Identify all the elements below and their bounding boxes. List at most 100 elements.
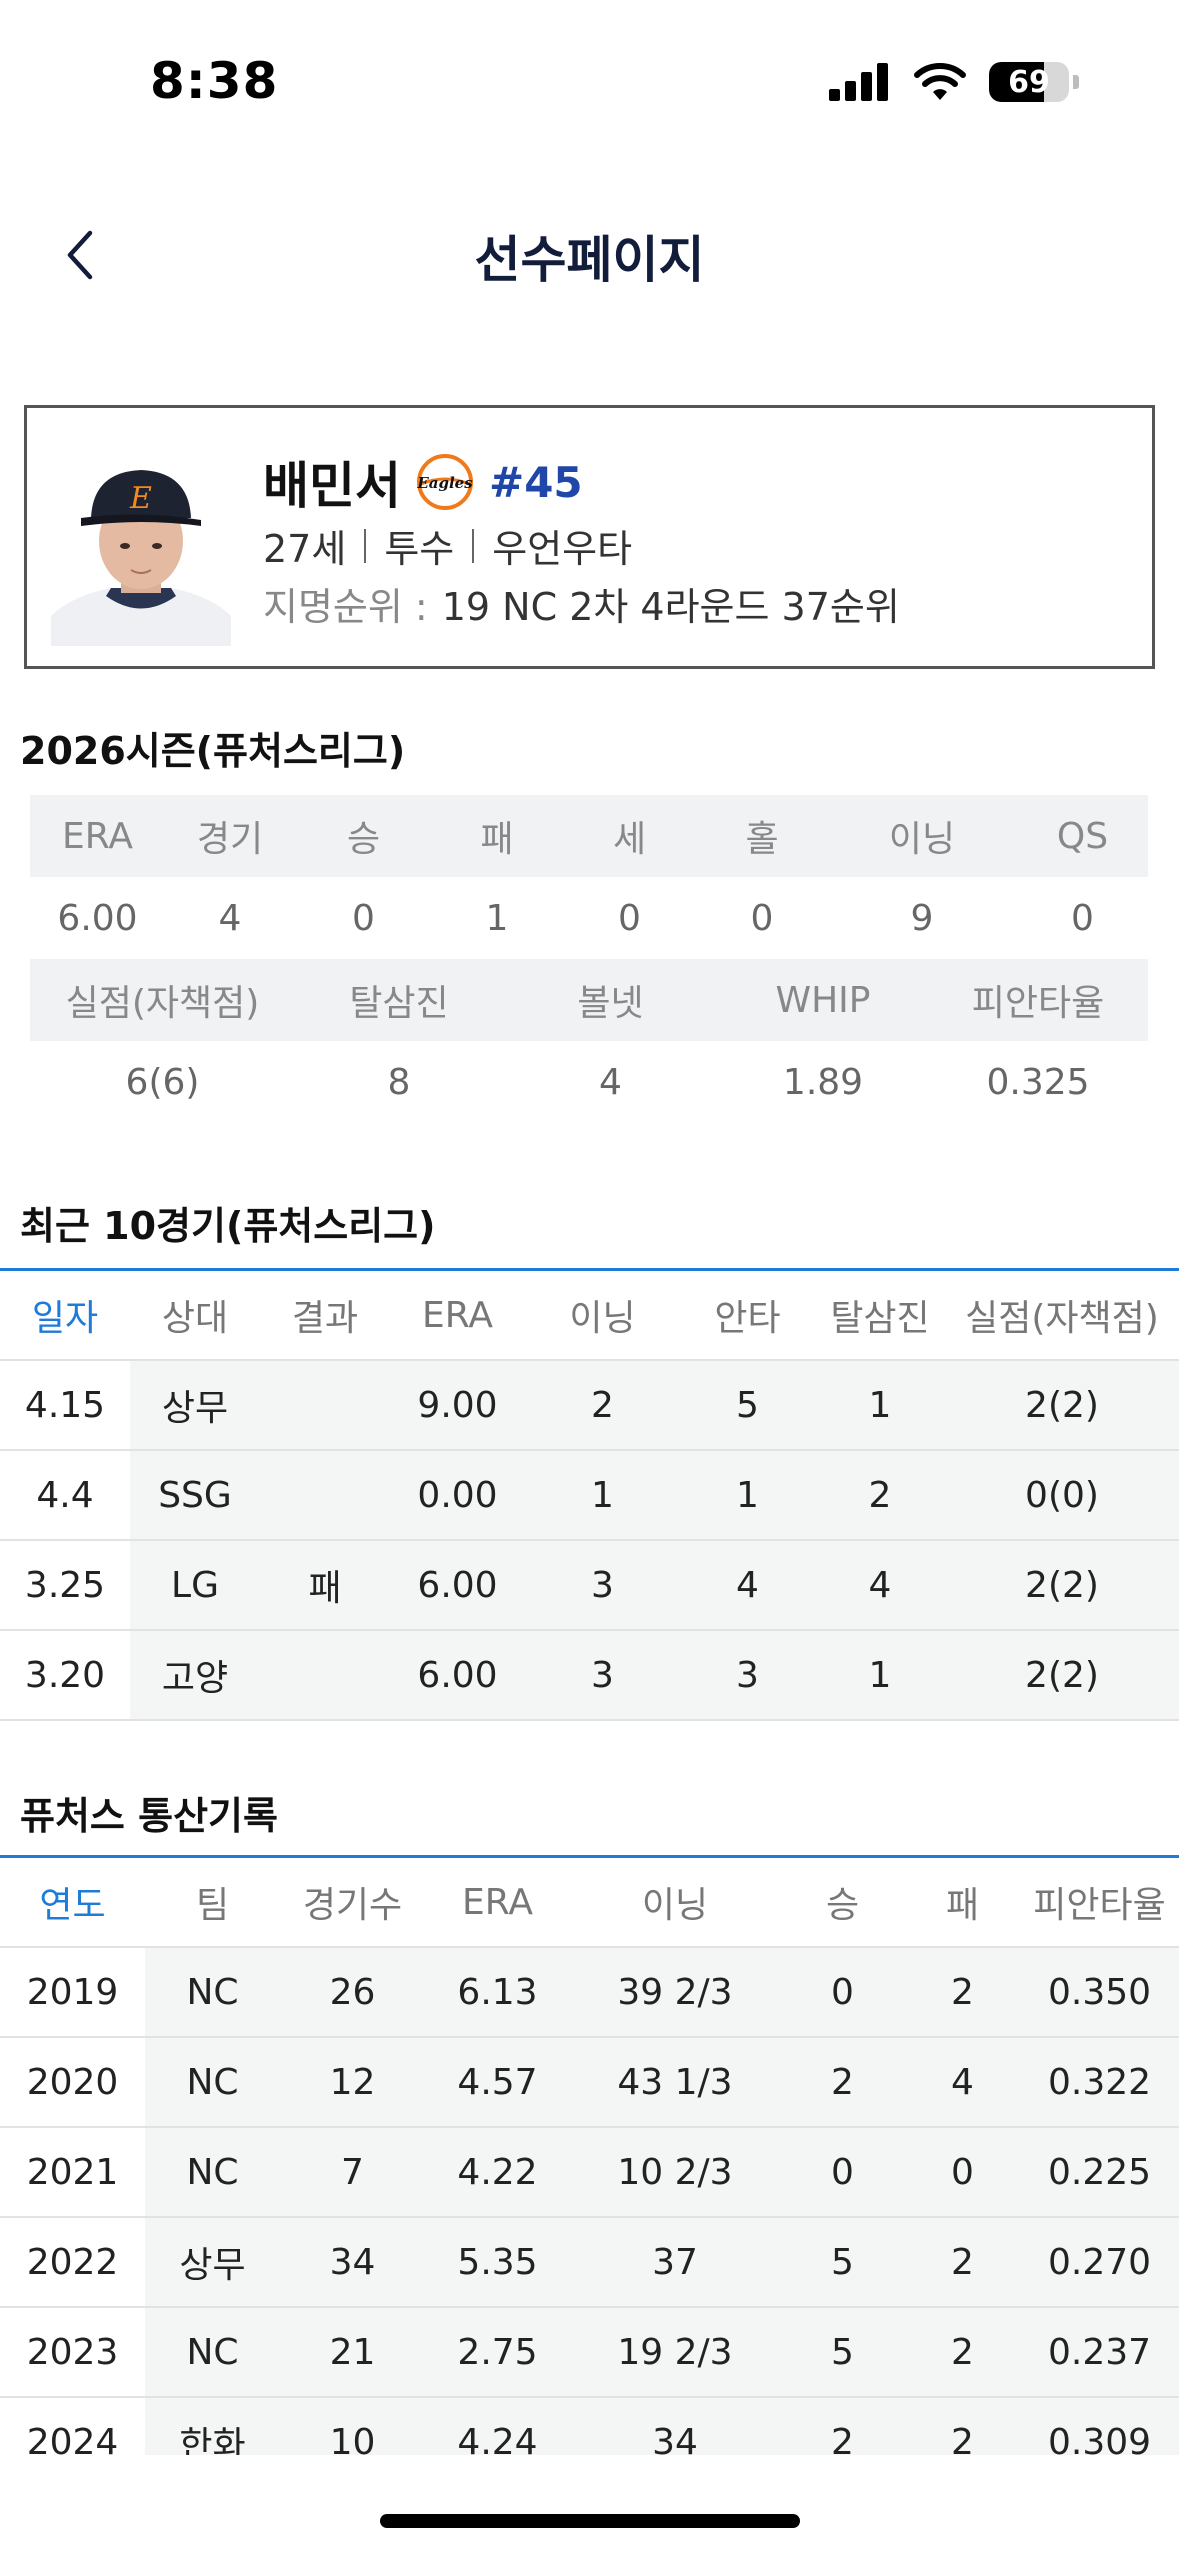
recent-header-cell: 탈삼진 — [830, 1298, 930, 1339]
season-value-cell: 1.89 — [782, 1061, 864, 1103]
recent-cell: 2(2) — [945, 1361, 1179, 1449]
recent-cell: 4.15 — [0, 1361, 130, 1449]
career-cell: 5 — [780, 2218, 905, 2306]
career-table: 연도 팀 경기수 ERA 이닝 승 패 피안타율 2019 NC 26 6.13… — [0, 1855, 1179, 2455]
career-cell: 34 — [280, 2218, 425, 2306]
career-cell: 10 — [280, 2398, 425, 2455]
career-cell: NC — [145, 1948, 280, 2036]
recent-cell: 1 — [525, 1451, 680, 1539]
season-header-cell: 실점(자책점) — [65, 983, 260, 1024]
season-header-cell: 피안타율 — [971, 983, 1105, 1024]
cellular-signal-icon — [829, 63, 888, 101]
career-cell: 0 — [780, 1948, 905, 2036]
table-row[interactable]: 2021 NC 7 4.22 10 2/3 0 0 0.225 — [0, 2128, 1179, 2218]
draft-value: 19 NC 2차 4라운드 37순위 — [441, 585, 900, 629]
career-cell: 0 — [905, 2128, 1020, 2216]
recent-cell: 2(2) — [945, 1541, 1179, 1629]
recent-cell: 3 — [525, 1631, 680, 1719]
recent-header-cell: 이닝 — [569, 1298, 636, 1339]
recent-cell: 5 — [680, 1361, 815, 1449]
home-indicator[interactable] — [380, 2514, 800, 2528]
season-value-cell: 9 — [910, 897, 934, 939]
career-cell: 2 — [905, 2398, 1020, 2455]
recent-cell — [260, 1631, 390, 1719]
career-cell: 2 — [780, 2398, 905, 2455]
table-row[interactable]: 4.15 상무 9.00 2 5 1 2(2) — [0, 1361, 1179, 1451]
career-cell: 0 — [780, 2128, 905, 2216]
career-header-cell: 승 — [825, 1885, 860, 1926]
recent-cell: 6.00 — [390, 1541, 525, 1629]
season-header-cell: 홀 — [745, 819, 779, 860]
career-cell: 39 2/3 — [570, 1948, 780, 2036]
table-row[interactable]: 2022 상무 34 5.35 37 5 2 0.270 — [0, 2218, 1179, 2308]
career-cell: 2 — [905, 2218, 1020, 2306]
career-cell: 26 — [280, 1948, 425, 2036]
divider — [472, 528, 475, 563]
career-header-year[interactable]: 연도 — [0, 1858, 145, 1946]
career-cell: 4.57 — [425, 2038, 570, 2126]
status-icons: 69 — [829, 62, 1079, 102]
player-age: 27세 — [263, 527, 347, 571]
recent-cell — [260, 1361, 390, 1449]
career-cell: 4 — [905, 2038, 1020, 2126]
career-cell: 7 — [280, 2128, 425, 2216]
table-row[interactable]: 2024 한화 10 4.24 34 2 2 0.309 — [0, 2398, 1179, 2455]
battery-cap — [1073, 75, 1079, 89]
recent-header-cell: 상대 — [161, 1298, 229, 1339]
battery-percent: 69 — [1008, 64, 1050, 100]
season-values-row-1: 6.00 4 0 1 0 0 9 0 — [30, 877, 1148, 959]
career-cell: 0.309 — [1020, 2398, 1179, 2455]
career-header-cell: ERA — [462, 1881, 533, 1923]
season-header-cell: 탈삼진 — [349, 983, 449, 1024]
career-scroll-area[interactable]: 연도 팀 경기수 ERA 이닝 승 패 피안타율 2019 NC 26 6.13… — [0, 1855, 1179, 2455]
career-cell: 4.24 — [425, 2398, 570, 2455]
recent-cell: 3.20 — [0, 1631, 130, 1719]
recent-header-date[interactable]: 일자 — [0, 1271, 130, 1359]
career-cell: 2 — [905, 2308, 1020, 2396]
season-header-cell: 이닝 — [888, 819, 956, 860]
career-cell: 5.35 — [425, 2218, 570, 2306]
career-cell: 34 — [570, 2398, 780, 2455]
season-value-cell: 4 — [599, 1061, 622, 1103]
career-cell: 2019 — [0, 1948, 145, 2036]
career-cell: 0.270 — [1020, 2218, 1179, 2306]
season-value-cell: 6.00 — [57, 897, 138, 939]
table-row[interactable]: 2019 NC 26 6.13 39 2/3 0 2 0.350 — [0, 1948, 1179, 2038]
season-header-cell: 경기 — [196, 819, 264, 860]
career-cell: NC — [145, 2308, 280, 2396]
player-card: E 배민서 Eagles #45 27세 투수 우언우타 지명순위 : 19 N… — [24, 405, 1155, 669]
recent-cell: 3.25 — [0, 1541, 130, 1629]
table-row[interactable]: 3.20 고양 6.00 3 3 1 2(2) — [0, 1631, 1179, 1721]
season-value-cell: 0 — [352, 897, 375, 939]
career-header-cell: 피안타율 — [1033, 1885, 1166, 1926]
season-values-row-2: 6(6) 8 4 1.89 0.325 — [30, 1041, 1148, 1123]
table-row[interactable]: 4.4 SSG 0.00 1 1 2 0(0) — [0, 1451, 1179, 1541]
nav-bar: 선수페이지 — [0, 190, 1179, 320]
season-value-cell: 6(6) — [125, 1061, 200, 1103]
season-value-cell: 0.325 — [986, 1061, 1090, 1103]
career-section-title: 퓨처스 통산기록 — [20, 1794, 278, 1838]
recent-cell: 0(0) — [945, 1451, 1179, 1539]
recent-header-cell: 실점(자책점) — [965, 1298, 1159, 1339]
season-header-row-1: ERA 경기 승 패 세 홀 이닝 QS — [30, 795, 1148, 877]
career-cell: 0.237 — [1020, 2308, 1179, 2396]
recent-cell: 1 — [815, 1361, 945, 1449]
season-header-cell: 세 — [612, 819, 647, 860]
career-cell: 2021 — [0, 2128, 145, 2216]
career-cell: 5 — [780, 2308, 905, 2396]
season-header-cell: 볼넷 — [577, 983, 644, 1024]
player-draft-row: 지명순위 : 19 NC 2차 4라운드 37순위 — [263, 576, 900, 631]
wifi-icon — [914, 63, 966, 100]
career-cell: 21 — [280, 2308, 425, 2396]
season-header-row-2: 실점(자책점) 탈삼진 볼넷 WHIP 피안타율 — [30, 959, 1148, 1041]
recent-cell: 상무 — [130, 1361, 260, 1449]
career-cell: 43 1/3 — [570, 2038, 780, 2126]
player-number: #45 — [489, 457, 583, 507]
season-value-cell: 8 — [387, 1061, 411, 1103]
table-row[interactable]: 2023 NC 21 2.75 19 2/3 5 2 0.237 — [0, 2308, 1179, 2398]
table-row[interactable]: 3.25 LG 패 6.00 3 4 4 2(2) — [0, 1541, 1179, 1631]
season-header-cell: WHIP — [775, 979, 871, 1021]
table-row[interactable]: 2020 NC 12 4.57 43 1/3 2 4 0.322 — [0, 2038, 1179, 2128]
recent-cell: 4 — [680, 1541, 815, 1629]
career-cell: 4.22 — [425, 2128, 570, 2216]
